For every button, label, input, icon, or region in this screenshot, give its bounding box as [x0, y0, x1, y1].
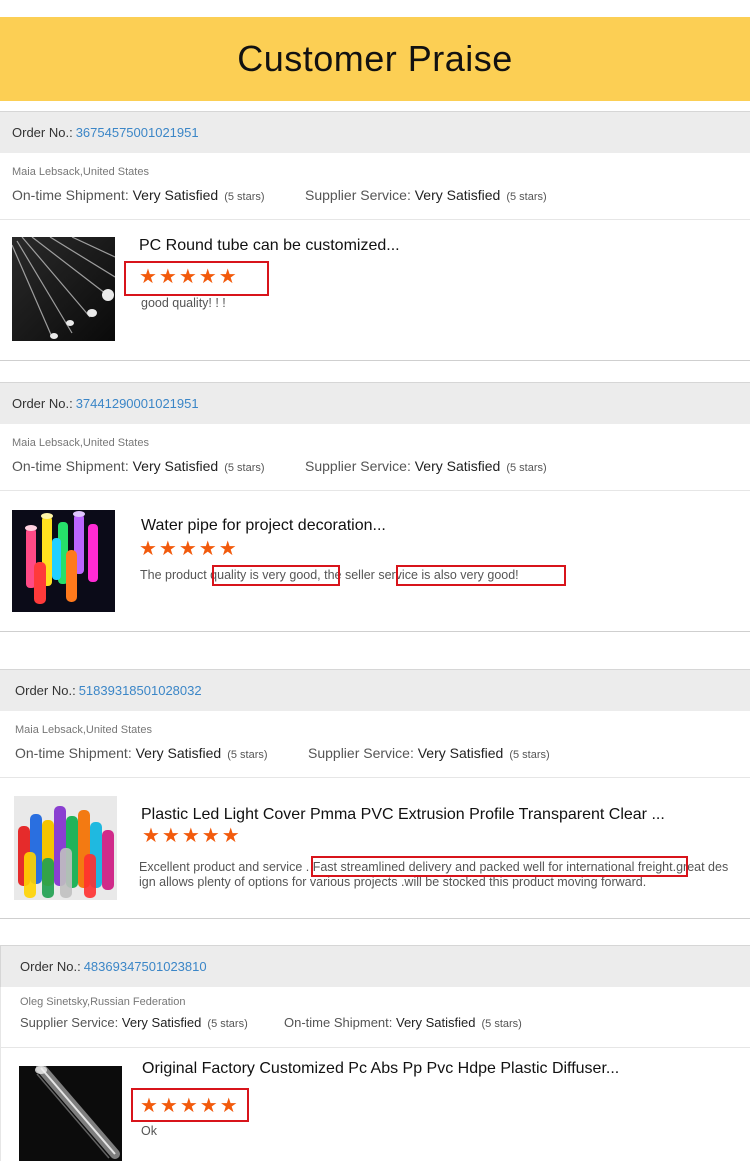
product-row: PC Round tube can be customized... ★★★★★…: [0, 220, 750, 361]
rating-label: On-time Shipment:: [15, 745, 132, 761]
ratings-row: On-time Shipment: Very Satisfied (5 star…: [15, 745, 750, 761]
rating-label: On-time Shipment:: [12, 458, 129, 474]
rating-label: Supplier Service:: [305, 187, 411, 203]
rating-value: Very Satisfied: [132, 458, 219, 474]
rating-stars-text: (5 stars): [481, 1018, 522, 1030]
rating-value: Very Satisfied: [414, 187, 501, 203]
order-bar: Order No.: 37441290001021951: [0, 382, 750, 424]
rating-label: Supplier Service:: [308, 745, 414, 761]
order-bar: Order No.: 48369347501023810: [0, 945, 750, 987]
order-bar: Order No.: 51839318501028032: [0, 669, 750, 711]
rating-value: Very Satisfied: [417, 745, 504, 761]
buyer-name: Maia Lebsack,United States: [15, 724, 152, 736]
product-title[interactable]: Plastic Led Light Cover Pmma PVC Extrusi…: [141, 806, 665, 824]
ratings-row: Supplier Service: Very Satisfied (5 star…: [20, 1015, 750, 1030]
rating-stars-text: (5 stars): [207, 1018, 248, 1030]
review-meta: Maia Lebsack,United States On-time Shipm…: [0, 153, 750, 220]
rating-stars-text: (5 stars): [227, 749, 268, 761]
highlight-box: [212, 565, 340, 586]
buyer-name: Maia Lebsack,United States: [12, 166, 149, 178]
product-row: Water pipe for project decoration... ★★★…: [0, 491, 750, 632]
highlight-box: [396, 565, 566, 586]
product-image[interactable]: [12, 237, 115, 341]
order-number-link[interactable]: 37441290001021951: [76, 396, 199, 411]
review-card: Order No.: 37441290001021951 Maia Lebsac…: [0, 382, 750, 632]
page-title: Customer Praise: [237, 38, 513, 79]
review-stars: ★★★★★: [139, 538, 239, 560]
rating-stars-text: (5 stars): [509, 749, 550, 761]
rating-value: Very Satisfied: [121, 1015, 202, 1030]
buyer-name: Oleg Sinetsky,Russian Federation: [20, 996, 186, 1008]
rating-value: Very Satisfied: [135, 745, 222, 761]
order-bar: Order No.: 36754575001021951: [0, 111, 750, 153]
rating-stars-text: (5 stars): [224, 191, 265, 203]
product-title[interactable]: Original Factory Customized Pc Abs Pp Pv…: [142, 1060, 619, 1078]
rating-label: On-time Shipment:: [12, 187, 129, 203]
review-comment: Ok: [141, 1124, 157, 1138]
order-label: Order No.:: [12, 125, 73, 140]
product-title[interactable]: Water pipe for project decoration...: [141, 517, 386, 535]
product-row: Plastic Led Light Cover Pmma PVC Extrusi…: [0, 778, 750, 919]
review-card: Order No.: 48369347501023810 Oleg Sinets…: [0, 945, 750, 1161]
order-label: Order No.:: [12, 396, 73, 411]
rating-stars-text: (5 stars): [506, 191, 547, 203]
product-title[interactable]: PC Round tube can be customized...: [139, 237, 400, 255]
order-number-link[interactable]: 51839318501028032: [79, 683, 202, 698]
ratings-row: On-time Shipment: Very Satisfied (5 star…: [12, 458, 750, 474]
page-header: Customer Praise: [0, 17, 750, 101]
order-number-link[interactable]: 48369347501023810: [84, 959, 207, 974]
comment-line: ign allows plenty of options for various…: [139, 875, 647, 889]
rating-label: Supplier Service:: [305, 458, 411, 474]
review-card: Order No.: 36754575001021951 Maia Lebsac…: [0, 111, 750, 361]
product-row: Original Factory Customized Pc Abs Pp Pv…: [0, 1048, 750, 1161]
review-stars: ★★★★★: [142, 825, 242, 847]
review-meta: Oleg Sinetsky,Russian Federation Supplie…: [0, 987, 750, 1048]
review-card: Order No.: 51839318501028032 Maia Lebsac…: [0, 669, 750, 919]
rating-label: Supplier Service:: [20, 1015, 119, 1030]
buyer-name: Maia Lebsack,United States: [12, 437, 149, 449]
highlight-box: [131, 1088, 249, 1122]
rating-value: Very Satisfied: [414, 458, 501, 474]
rating-value: Very Satisfied: [132, 187, 219, 203]
highlight-box: [124, 261, 269, 296]
order-label: Order No.:: [20, 959, 81, 974]
rating-stars-text: (5 stars): [224, 462, 265, 474]
order-label: Order No.:: [15, 683, 76, 698]
product-image[interactable]: [14, 796, 117, 900]
product-image[interactable]: [19, 1066, 122, 1161]
review-meta: Maia Lebsack,United States On-time Shipm…: [0, 711, 750, 778]
review-comment: good quality! ! !: [141, 296, 226, 310]
rating-value: Very Satisfied: [396, 1015, 476, 1030]
review-meta: Maia Lebsack,United States On-time Shipm…: [0, 424, 750, 491]
product-image[interactable]: [12, 510, 115, 612]
ratings-row: On-time Shipment: Very Satisfied (5 star…: [12, 187, 750, 203]
order-number-link[interactable]: 36754575001021951: [76, 125, 199, 140]
rating-stars-text: (5 stars): [506, 462, 547, 474]
rating-label: On-time Shipment:: [284, 1015, 393, 1030]
highlight-box: [311, 856, 688, 877]
